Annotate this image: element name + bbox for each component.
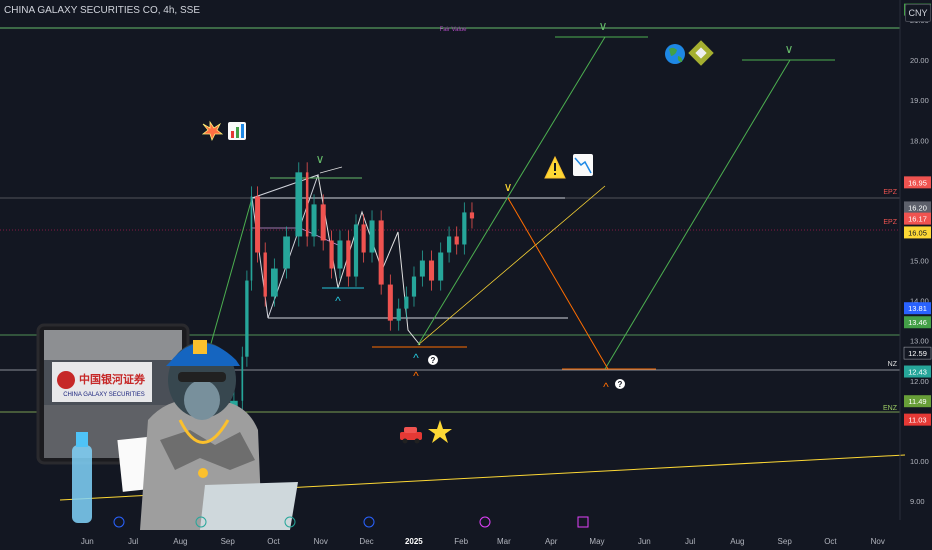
x-tick-label: Feb bbox=[454, 537, 468, 546]
candle-body bbox=[305, 172, 309, 237]
sunglasses bbox=[178, 372, 226, 382]
x-tick-label: Apr bbox=[545, 537, 558, 546]
price-tag-value: 16.20 bbox=[908, 203, 927, 212]
x-tick-label: Oct bbox=[267, 537, 280, 546]
price-tag-value: 12.43 bbox=[908, 368, 927, 377]
candle-body bbox=[438, 252, 444, 281]
candle-body bbox=[419, 260, 425, 277]
candle-body bbox=[283, 236, 290, 269]
laptop bbox=[200, 482, 298, 530]
candle-body bbox=[396, 308, 401, 321]
x-tick-label: Jul bbox=[685, 537, 695, 546]
price-tag-value: 11.03 bbox=[908, 416, 926, 425]
candle-body bbox=[241, 356, 244, 401]
level-tag: EPZ bbox=[883, 219, 897, 226]
price-tag-value: 16.17 bbox=[908, 215, 927, 224]
x-tick-label: Sep bbox=[221, 537, 236, 546]
candle-body bbox=[378, 220, 384, 285]
price-tag-value: 16.95 bbox=[908, 178, 927, 187]
arrow-down-marker: ∨ bbox=[316, 152, 325, 166]
candle-body bbox=[250, 196, 253, 281]
chart-decreasing-icon bbox=[573, 154, 593, 176]
x-tick-label: Jul bbox=[128, 537, 138, 546]
candle-body bbox=[329, 240, 334, 269]
level-tag: EPZ bbox=[883, 189, 897, 196]
y-tick-label: 20.00 bbox=[910, 56, 929, 65]
svg-text:?: ? bbox=[618, 380, 623, 389]
price-tag-value: 13.46 bbox=[908, 318, 927, 327]
x-tick-label: Aug bbox=[730, 537, 744, 546]
bottle bbox=[72, 445, 92, 523]
x-tick-label: Oct bbox=[824, 537, 837, 546]
y-tick-label: 15.00 bbox=[910, 257, 929, 266]
candle-body bbox=[346, 240, 351, 277]
x-tick-label: Dec bbox=[359, 537, 373, 546]
x-tick-label: Jun bbox=[638, 537, 651, 546]
y-tick-label: 13.00 bbox=[910, 337, 929, 346]
price-tag-value: 12.59 bbox=[908, 349, 927, 358]
fair-value-label: Fair Value bbox=[440, 27, 468, 33]
currency-badge[interactable]: CNY bbox=[905, 4, 931, 22]
y-tick-label: 18.00 bbox=[910, 136, 929, 145]
candle-body bbox=[429, 260, 435, 281]
svg-text:中国银河证券: 中国银河证券 bbox=[79, 372, 146, 386]
svg-text:CHINA GALAXY SECURITIES: CHINA GALAXY SECURITIES bbox=[63, 392, 145, 398]
candle-body bbox=[271, 268, 278, 297]
candle-body bbox=[320, 204, 326, 241]
candle-body bbox=[311, 204, 317, 237]
x-tick-label: Nov bbox=[314, 537, 328, 546]
candle-body bbox=[245, 280, 249, 357]
chart: ∨ ∨ ∨ ∨ ^ ^ ^ ^ ? ? 中国银河证券 CHINA GALAXY … bbox=[0, 0, 932, 550]
x-tick-label: May bbox=[589, 537, 604, 546]
y-tick-label: 12.00 bbox=[910, 377, 929, 386]
price-tag-value: 13.81 bbox=[908, 304, 927, 313]
candle-body bbox=[454, 236, 459, 245]
y-tick-label: 10.00 bbox=[910, 457, 929, 466]
candle-body bbox=[387, 284, 393, 321]
arrow-up-marker: ^ bbox=[413, 369, 419, 383]
arrow-down-marker: ∨ bbox=[504, 180, 513, 194]
level-tag: ENZ bbox=[883, 405, 898, 412]
candle-body bbox=[411, 276, 417, 297]
y-tick-label: 9.00 bbox=[910, 497, 925, 506]
svg-text:?: ? bbox=[431, 356, 436, 365]
level-tag: NZ bbox=[888, 361, 898, 368]
candle-body bbox=[263, 252, 267, 297]
price-tag-value: 16.05 bbox=[908, 228, 927, 237]
candle-body bbox=[295, 172, 303, 237]
y-tick-label: 19.00 bbox=[910, 96, 929, 105]
candle-body bbox=[462, 212, 467, 245]
price-tag-value: 11.49 bbox=[908, 397, 926, 406]
globe-icon bbox=[665, 44, 685, 64]
arrow-down-marker: ∨ bbox=[599, 19, 608, 33]
x-tick-label: Mar bbox=[497, 537, 511, 546]
candle-body bbox=[353, 224, 359, 277]
x-tick-label: Sep bbox=[778, 537, 793, 546]
x-tick-label: Jun bbox=[81, 537, 94, 546]
bar-chart-icon bbox=[228, 122, 246, 140]
arrow-up-marker: ^ bbox=[603, 380, 609, 394]
candle-body bbox=[255, 196, 261, 253]
x-tick-label: Nov bbox=[871, 537, 885, 546]
x-tick-label: 2025 bbox=[405, 537, 423, 546]
candle-body bbox=[361, 224, 366, 253]
arrow-down-marker: ∨ bbox=[785, 42, 794, 56]
arrow-up-marker: ^ bbox=[335, 294, 341, 308]
chart-title: CHINA GALAXY SECURITIES CO, 4h, SSE bbox=[4, 5, 200, 16]
candle-body bbox=[404, 296, 409, 309]
candle-body bbox=[469, 212, 475, 219]
arrow-up-marker: ^ bbox=[413, 351, 419, 365]
candle-body bbox=[369, 220, 375, 253]
x-tick-label: Aug bbox=[173, 537, 187, 546]
candle-body bbox=[446, 236, 452, 253]
candle-body bbox=[337, 240, 343, 269]
